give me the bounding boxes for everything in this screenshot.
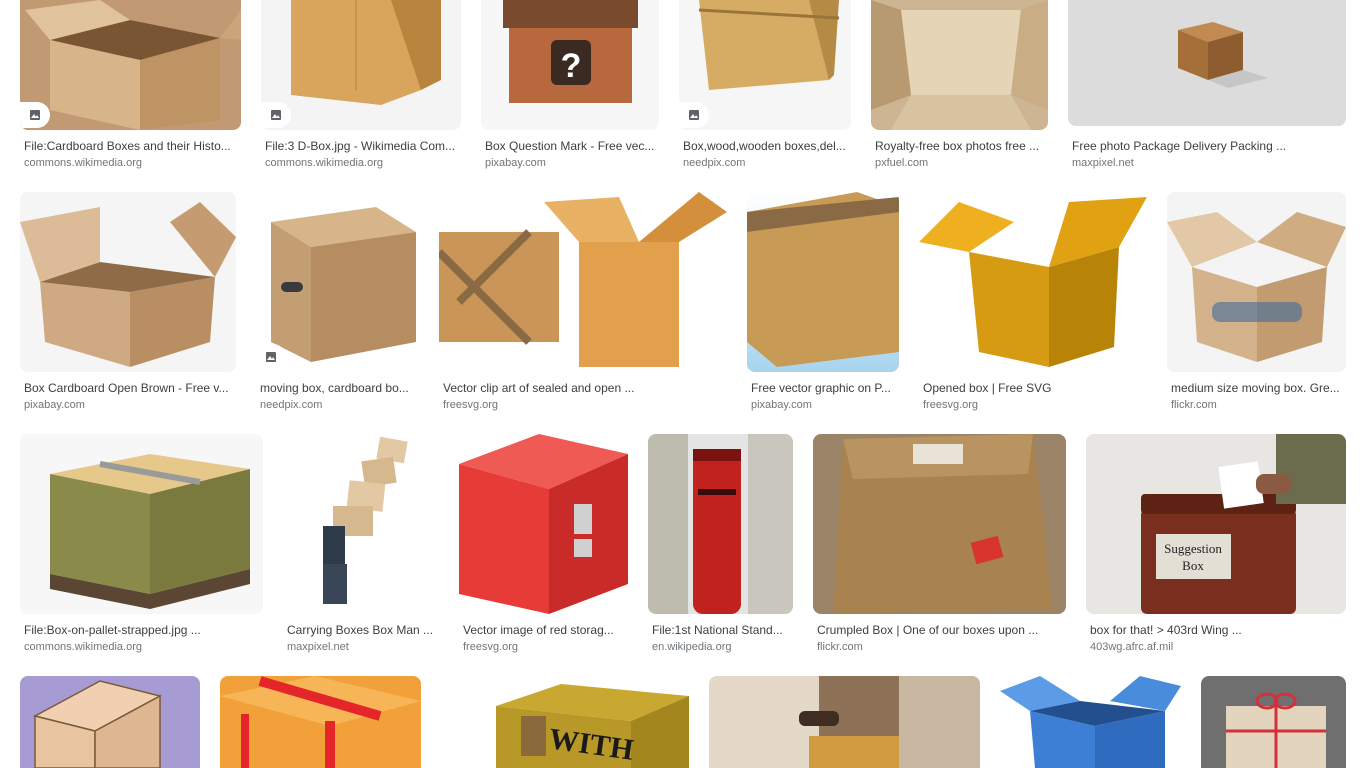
result-card[interactable]: File:Box-on-pallet-strapped.jpg ... comm… — [20, 434, 263, 662]
result-thumbnail[interactable] — [919, 192, 1147, 372]
result-source[interactable]: pixabay.com — [24, 398, 232, 412]
result-card[interactable]: Free vector graphic on P... pixabay.com — [747, 192, 899, 420]
result-card[interactable]: File:3 D-Box.jpg - Wikimedia Com... comm… — [261, 0, 461, 175]
result-card[interactable]: medium size moving box. Gre... flickr.co… — [1167, 192, 1346, 420]
result-thumbnail[interactable] — [439, 192, 727, 372]
result-card[interactable]: moving box, cardboard bo... needpix.com — [256, 192, 419, 420]
result-thumbnail[interactable] — [256, 192, 419, 372]
result-title[interactable]: Box,wood,wooden boxes,del... — [683, 138, 847, 154]
result-thumbnail[interactable] — [20, 434, 263, 614]
result-thumbnail[interactable] — [1000, 676, 1181, 768]
result-thumbnail[interactable] — [20, 0, 241, 130]
result-title[interactable]: Box Question Mark - Free vec... — [485, 138, 655, 154]
result-thumbnail[interactable] — [459, 434, 628, 614]
result-thumbnail[interactable] — [648, 434, 793, 614]
result-thumbnail[interactable] — [283, 434, 439, 614]
result-card[interactable] — [709, 676, 980, 768]
result-title[interactable]: Crumpled Box | One of our boxes upon ... — [817, 622, 1062, 638]
result-title[interactable]: box for that! > 403rd Wing ... — [1090, 622, 1342, 638]
result-card[interactable]: Box Cardboard Open Brown - Free v... pix… — [20, 192, 236, 420]
result-title[interactable]: Box Cardboard Open Brown - Free v... — [24, 380, 232, 396]
result-card[interactable] — [20, 676, 200, 768]
result-card[interactable]: Vector image of red storag... freesvg.or… — [459, 434, 628, 662]
image-icon — [266, 352, 276, 362]
result-card[interactable]: Crumpled Box | One of our boxes upon ...… — [813, 434, 1066, 662]
result-card[interactable]: ? Box Question Mark - Free vec... pixaba… — [481, 0, 659, 175]
result-title[interactable]: File:Cardboard Boxes and their Histo... — [24, 138, 237, 154]
image-type-badge — [256, 344, 286, 370]
result-source[interactable]: flickr.com — [1171, 398, 1342, 412]
result-source[interactable]: needpix.com — [260, 398, 415, 412]
result-thumbnail[interactable] — [679, 0, 851, 130]
result-card[interactable]: File:Cardboard Boxes and their Histo... … — [20, 0, 241, 175]
result-title[interactable]: Opened box | Free SVG — [923, 380, 1143, 396]
image-icon — [689, 110, 699, 120]
result-source[interactable]: maxpixel.net — [287, 640, 435, 654]
result-title[interactable]: File:Box-on-pallet-strapped.jpg ... — [24, 622, 259, 638]
result-thumbnail[interactable] — [813, 434, 1066, 614]
result-title[interactable]: Royalty-free box photos free ... — [875, 138, 1044, 154]
result-thumbnail[interactable] — [20, 676, 200, 768]
result-title[interactable]: Free photo Package Delivery Packing ... — [1072, 138, 1342, 154]
result-card[interactable]: Box,wood,wooden boxes,del... needpix.com — [679, 0, 851, 175]
result-thumbnail[interactable] — [747, 192, 899, 372]
result-thumbnail[interactable] — [20, 192, 236, 372]
result-source[interactable]: commons.wikimedia.org — [265, 156, 457, 170]
result-title[interactable]: File:1st National Stand... — [652, 622, 789, 638]
result-thumbnail[interactable] — [1167, 192, 1346, 372]
image-icon — [30, 110, 40, 120]
image-icon — [271, 110, 281, 120]
result-card[interactable]: Suggestion Box box for that! > 403rd Wing… — [1086, 434, 1346, 662]
result-source[interactable]: freesvg.org — [923, 398, 1143, 412]
result-source[interactable]: freesvg.org — [463, 640, 624, 654]
result-thumbnail[interactable] — [1068, 0, 1346, 126]
result-card[interactable]: Free photo Package Delivery Packing ... … — [1068, 0, 1346, 175]
result-thumbnail[interactable] — [1201, 676, 1346, 768]
result-title[interactable]: Free vector graphic on P... — [751, 380, 895, 396]
result-card[interactable]: Royalty-free box photos free ... pxfuel.… — [871, 0, 1048, 175]
result-thumbnail[interactable] — [709, 676, 980, 768]
result-card[interactable]: WITH — [441, 676, 689, 768]
result-title[interactable]: Carrying Boxes Box Man ... — [287, 622, 435, 638]
result-thumbnail[interactable] — [871, 0, 1048, 130]
result-source[interactable]: flickr.com — [817, 640, 1062, 654]
result-source[interactable]: freesvg.org — [443, 398, 723, 412]
result-source[interactable]: maxpixel.net — [1072, 156, 1342, 170]
suggestion-label-line1: Suggestion — [1164, 541, 1222, 556]
result-source[interactable]: en.wikipedia.org — [652, 640, 789, 654]
result-source[interactable]: pixabay.com — [751, 398, 895, 412]
result-source[interactable]: pixabay.com — [485, 156, 655, 170]
result-thumbnail[interactable] — [261, 0, 461, 130]
svg-text:?: ? — [561, 47, 582, 85]
result-source[interactable]: pxfuel.com — [875, 156, 1044, 170]
result-card[interactable]: Vector clip art of sealed and open ... f… — [439, 192, 727, 420]
result-card[interactable] — [1000, 676, 1181, 768]
result-title[interactable]: Vector image of red storag... — [463, 622, 624, 638]
result-thumbnail[interactable]: Suggestion Box — [1086, 434, 1346, 614]
result-card[interactable]: Opened box | Free SVG freesvg.org — [919, 192, 1147, 420]
image-type-badge — [679, 102, 709, 128]
result-card[interactable] — [220, 676, 421, 768]
result-source[interactable]: 403wg.afrc.af.mil — [1090, 640, 1342, 654]
result-title[interactable]: File:3 D-Box.jpg - Wikimedia Com... — [265, 138, 457, 154]
result-thumbnail[interactable]: ? — [481, 0, 659, 130]
result-card[interactable]: File:1st National Stand... en.wikipedia.… — [648, 434, 793, 662]
result-title[interactable]: moving box, cardboard bo... — [260, 380, 415, 396]
result-thumbnail[interactable] — [220, 676, 421, 768]
result-card[interactable]: Carrying Boxes Box Man ... maxpixel.net — [283, 434, 439, 662]
result-card[interactable] — [1201, 676, 1346, 768]
result-title[interactable]: medium size moving box. Gre... — [1171, 380, 1342, 396]
suggestion-label-line2: Box — [1182, 558, 1204, 573]
result-source[interactable]: commons.wikimedia.org — [24, 640, 259, 654]
result-source[interactable]: commons.wikimedia.org — [24, 156, 237, 170]
result-source[interactable]: needpix.com — [683, 156, 847, 170]
result-title[interactable]: Vector clip art of sealed and open ... — [443, 380, 723, 396]
image-type-badge — [20, 102, 50, 128]
result-thumbnail[interactable]: WITH — [441, 676, 689, 768]
image-type-badge — [261, 102, 291, 128]
